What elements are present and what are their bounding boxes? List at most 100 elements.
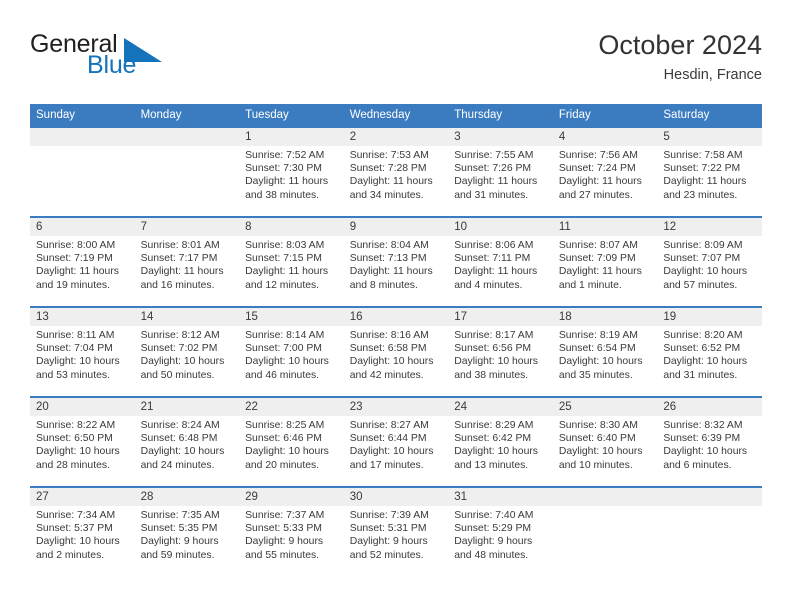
day-number: 21 [134,398,240,416]
calendar-day[interactable]: 10 Sunrise: 8:06 AM Sunset: 7:11 PM Dayligh… [448,218,553,306]
calendar-day[interactable]: 21 Sunrise: 8:24 AM Sunset: 6:48 PM Dayligh… [134,398,240,486]
daylight-text-line1: Daylight: 11 hours [558,266,642,278]
calendar-day[interactable]: 19 Sunrise: 8:20 AM Sunset: 6:52 PM Dayligh… [657,308,762,396]
calendar-day[interactable]: 25 Sunrise: 8:30 AM Sunset: 6:40 PM Dayligh… [552,398,658,486]
daylight-text-line2: and 6 minutes. [663,459,732,471]
calendar-cell: 12 Sunrise: 8:09 AM Sunset: 7:07 PM Dayligh… [657,216,762,307]
day-details: Sunrise: 8:14 AM Sunset: 7:00 PM Daylight:… [239,326,344,382]
sunset-text: Sunset: 5:37 PM [36,523,113,535]
calendar-day[interactable]: 20 Sunrise: 8:22 AM Sunset: 6:50 PM Dayligh… [30,398,135,486]
sunrise-text: Sunrise: 8:12 AM [140,330,220,341]
sunset-text: Sunset: 7:17 PM [140,253,218,265]
brand-logo[interactable]: General Blue [30,30,290,90]
calendar-day[interactable]: 8 Sunrise: 8:03 AM Sunset: 7:15 PM Daylight… [239,218,344,306]
calendar-cell [657,486,762,576]
day-number [552,488,658,506]
day-number: 3 [448,128,553,146]
calendar-header-row: Sunday Monday Tuesday Wednesday Thursday… [30,104,762,127]
sunrise-text: Sunrise: 7:58 AM [663,150,743,161]
sunset-text: Sunset: 7:24 PM [558,163,636,175]
day-number: 27 [30,488,135,506]
sunrise-text: Sunrise: 7:37 AM [245,510,325,521]
sunset-text: Sunset: 7:30 PM [245,163,322,175]
day-details: Sunrise: 8:04 AM Sunset: 7:13 PM Daylight:… [344,236,449,292]
calendar-cell: 27 Sunrise: 7:34 AM Sunset: 5:37 PM Dayligh… [30,486,135,576]
calendar-cell: 20 Sunrise: 8:22 AM Sunset: 6:50 PM Dayligh… [30,396,135,487]
weekday-header-wednesday: Wednesday [343,104,449,127]
sunrise-text: Sunrise: 8:25 AM [245,420,325,431]
day-number: 29 [239,488,344,506]
calendar-cell: 2 Sunrise: 7:53 AM Sunset: 7:28 PM Daylight… [343,126,449,217]
sunrise-text: Sunrise: 7:34 AM [36,510,116,521]
day-number: 2 [343,128,449,146]
calendar-cell [134,126,240,217]
day-details: Sunrise: 8:29 AM Sunset: 6:42 PM Daylight:… [448,416,553,472]
sunset-text: Sunset: 7:26 PM [454,163,532,175]
calendar-day[interactable]: 4 Sunrise: 7:56 AM Sunset: 7:24 PM Daylight… [552,128,658,216]
calendar-day[interactable]: 31 Sunrise: 7:40 AM Sunset: 5:29 PM Dayligh… [448,488,553,576]
sunrise-text: Sunrise: 7:35 AM [140,510,220,521]
calendar-cell: 6 Sunrise: 8:00 AM Sunset: 7:19 PM Daylight… [30,216,135,307]
weekday-header-sunday: Sunday [30,104,135,127]
sunrise-text: Sunrise: 8:27 AM [349,420,429,431]
day-details: Sunrise: 8:17 AM Sunset: 6:56 PM Daylight:… [448,326,553,382]
calendar-page: General Blue October 2024 Hesdin, France… [0,0,792,612]
daylight-text-line1: Daylight: 10 hours [36,356,120,368]
calendar-week-row: 1 Sunrise: 7:52 AM Sunset: 7:30 PM Daylight… [30,126,762,217]
daylight-text-line2: and 52 minutes. [349,549,424,561]
daylight-text-line2: and 27 minutes. [558,189,633,201]
sunset-text: Sunset: 7:09 PM [558,253,636,265]
sunset-text: Sunset: 7:02 PM [140,343,218,355]
calendar-cell: 24 Sunrise: 8:29 AM Sunset: 6:42 PM Dayligh… [448,396,553,487]
calendar-day[interactable]: 2 Sunrise: 7:53 AM Sunset: 7:28 PM Daylight… [343,128,449,216]
calendar-day[interactable]: 17 Sunrise: 8:17 AM Sunset: 6:56 PM Dayligh… [448,308,553,396]
calendar-day[interactable]: 6 Sunrise: 8:00 AM Sunset: 7:19 PM Daylight… [30,218,135,306]
day-number: 12 [657,218,762,236]
daylight-text-line2: and 42 minutes. [349,369,424,381]
calendar-day[interactable]: 3 Sunrise: 7:55 AM Sunset: 7:26 PM Daylight… [448,128,553,216]
day-details: Sunrise: 8:32 AM Sunset: 6:39 PM Daylight:… [657,416,762,472]
weekday-header-thursday: Thursday [448,104,553,127]
calendar-day[interactable]: 14 Sunrise: 8:12 AM Sunset: 7:02 PM Dayligh… [134,308,240,396]
calendar-day[interactable]: 12 Sunrise: 8:09 AM Sunset: 7:07 PM Dayligh… [657,218,762,306]
calendar-day[interactable]: 15 Sunrise: 8:14 AM Sunset: 7:00 PM Dayligh… [239,308,344,396]
daylight-text-line2: and 20 minutes. [245,459,320,471]
calendar-day[interactable]: 28 Sunrise: 7:35 AM Sunset: 5:35 PM Dayligh… [134,488,240,576]
day-number [134,128,240,146]
calendar-day[interactable]: 11 Sunrise: 8:07 AM Sunset: 7:09 PM Dayligh… [552,218,658,306]
sunrise-text: Sunrise: 7:52 AM [245,150,325,161]
day-number: 18 [552,308,658,326]
daylight-text-line1: Daylight: 10 hours [36,446,120,458]
calendar-day[interactable]: 9 Sunrise: 8:04 AM Sunset: 7:13 PM Daylight… [343,218,449,306]
calendar-day[interactable]: 16 Sunrise: 8:16 AM Sunset: 6:58 PM Dayligh… [343,308,449,396]
calendar-day[interactable]: 5 Sunrise: 7:58 AM Sunset: 7:22 PM Daylight… [657,128,762,216]
calendar-day[interactable]: 1 Sunrise: 7:52 AM Sunset: 7:30 PM Daylight… [239,128,344,216]
daylight-text-line2: and 38 minutes. [245,189,320,201]
calendar-day[interactable]: 18 Sunrise: 8:19 AM Sunset: 6:54 PM Dayligh… [552,308,658,396]
day-details: Sunrise: 8:01 AM Sunset: 7:17 PM Daylight:… [135,236,240,292]
calendar-day[interactable]: 24 Sunrise: 8:29 AM Sunset: 6:42 PM Dayligh… [448,398,553,486]
daylight-text-line1: Daylight: 11 hours [245,176,329,188]
calendar-day[interactable]: 27 Sunrise: 7:34 AM Sunset: 5:37 PM Dayligh… [30,488,135,576]
calendar-day[interactable]: 29 Sunrise: 7:37 AM Sunset: 5:33 PM Dayligh… [239,488,344,576]
calendar-day[interactable]: 13 Sunrise: 8:11 AM Sunset: 7:04 PM Dayligh… [30,308,135,396]
calendar-cell: 3 Sunrise: 7:55 AM Sunset: 7:26 PM Daylight… [448,126,553,217]
day-details: Sunrise: 7:55 AM Sunset: 7:26 PM Daylight:… [448,146,553,202]
calendar-day[interactable]: 23 Sunrise: 8:27 AM Sunset: 6:44 PM Dayligh… [343,398,449,486]
daylight-text-line2: and 35 minutes. [558,369,633,381]
sunrise-text: Sunrise: 7:53 AM [349,150,429,161]
daylight-text-line1: Daylight: 10 hours [663,266,748,278]
daylight-text-line2: and 53 minutes. [36,369,110,381]
calendar-day[interactable]: 30 Sunrise: 7:39 AM Sunset: 5:31 PM Dayligh… [343,488,449,576]
day-details: Sunrise: 8:24 AM Sunset: 6:48 PM Daylight:… [135,416,240,472]
calendar-day[interactable]: 22 Sunrise: 8:25 AM Sunset: 6:46 PM Dayligh… [239,398,344,486]
day-number: 22 [239,398,344,416]
daylight-text-line2: and 10 minutes. [558,459,633,471]
calendar-cell: 21 Sunrise: 8:24 AM Sunset: 6:48 PM Dayligh… [134,396,240,487]
calendar-day[interactable]: 26 Sunrise: 8:32 AM Sunset: 6:39 PM Dayligh… [657,398,762,486]
daylight-text-line1: Daylight: 10 hours [349,446,434,458]
calendar-cell [30,126,135,217]
calendar-day[interactable]: 7 Sunrise: 8:01 AM Sunset: 7:17 PM Daylight… [134,218,240,306]
daylight-text-line2: and 38 minutes. [454,369,529,381]
daylight-text-line1: Daylight: 10 hours [663,446,748,458]
